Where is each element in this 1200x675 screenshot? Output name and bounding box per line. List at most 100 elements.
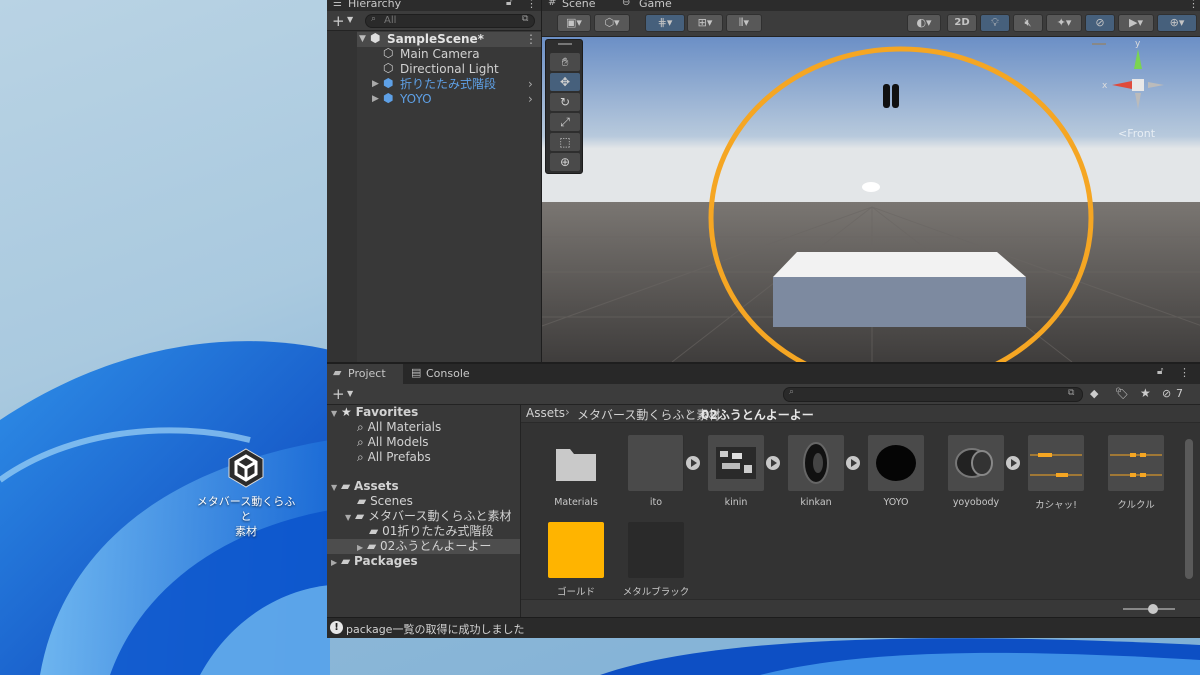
favorite-star-icon[interactable]: ★ bbox=[1140, 386, 1151, 400]
favorite-item-all-materials[interactable]: ⌕ All Materials bbox=[357, 420, 441, 435]
rect-tool-button[interactable]: ⬚ bbox=[550, 133, 580, 151]
camera-mode-button[interactable]: ◐▾ bbox=[907, 14, 941, 32]
tab-hierarchy[interactable]: Hierarchy bbox=[348, 0, 401, 10]
lock-icon[interactable]: 🔓︎ bbox=[1157, 366, 1163, 377]
expand-chevron-icon[interactable]: ▶ bbox=[372, 77, 379, 92]
move-tool-button[interactable]: ✥ bbox=[550, 73, 580, 91]
lock-icon[interactable]: 🔓︎ bbox=[506, 0, 512, 8]
panel-menu-icon[interactable]: ⋮ bbox=[526, 0, 537, 10]
hand-tool-button[interactable]: ✋︎ bbox=[550, 53, 580, 71]
hierarchy-item-stairs[interactable]: ▶ ⬢ 折りたたみ式階段 › bbox=[327, 76, 541, 92]
tab-console[interactable]: Console bbox=[426, 368, 470, 380]
lighting-toggle[interactable]: 💡︎ bbox=[980, 14, 1010, 32]
scale-tool-button[interactable]: ⤢ bbox=[550, 113, 580, 131]
draw-mode-button[interactable]: ▣▾ bbox=[557, 14, 591, 32]
tab-project[interactable]: Project bbox=[348, 368, 386, 380]
tab-game[interactable]: Game bbox=[639, 0, 672, 10]
status-message[interactable]: package一覧の取得に成功しました bbox=[346, 621, 524, 637]
project-toolbar: + ▼ ⌕ ⧉ ◆ 🏷︎ ★ ⊘ 7 bbox=[327, 384, 1200, 405]
asset-yoyobody[interactable]: yoyobody bbox=[936, 435, 1020, 515]
asset-ito[interactable]: ito bbox=[616, 435, 700, 515]
zoom-slider-thumb[interactable] bbox=[1148, 604, 1158, 614]
asset-materials-folder[interactable]: Materials bbox=[536, 435, 616, 515]
favorite-item-all-prefabs[interactable]: ⌕ All Prefabs bbox=[357, 450, 431, 465]
hierarchy-search-input[interactable]: ⌕ All ⧉ bbox=[365, 14, 535, 28]
add-icon[interactable]: + bbox=[332, 12, 345, 30]
asset-audio-kurukuru[interactable]: クルクル bbox=[1096, 435, 1176, 515]
asset-name: クルクル bbox=[1117, 500, 1155, 511]
assets-root-row[interactable]: ▼ ▰ Assets bbox=[331, 479, 399, 494]
breadcrumb-folder[interactable]: メタバース動くらふと素材 bbox=[577, 406, 720, 423]
render-options-button[interactable]: ⬡▾ bbox=[594, 14, 630, 32]
project-search-input[interactable]: ⌕ ⧉ bbox=[783, 387, 1083, 402]
scene-viewport[interactable]: ✋︎ ✥ ↻ ⤢ ⬚ ⊕ y x <Front bbox=[542, 37, 1200, 362]
asset-name: メタルブラック bbox=[622, 587, 690, 598]
search-filter-icon[interactable]: ⧉ bbox=[522, 14, 528, 24]
filter-by-label-icon[interactable]: 🏷︎ bbox=[1115, 387, 1129, 400]
expand-chevron-icon[interactable]: ▼ bbox=[331, 483, 337, 492]
effects-toggle[interactable]: ✦▾ bbox=[1046, 14, 1082, 32]
panel-menu-icon[interactable]: ⋮ bbox=[1179, 366, 1190, 379]
add-dropdown-chevron-icon[interactable]: ▼ bbox=[347, 389, 353, 398]
favorite-item-all-models[interactable]: ⌕ All Models bbox=[357, 435, 429, 450]
gizmos-button[interactable]: ⊕▾ bbox=[1157, 14, 1197, 32]
expand-chevron-icon[interactable]: ▼ bbox=[345, 513, 351, 522]
visibility-toggle[interactable]: ⊘ bbox=[1085, 14, 1115, 32]
favorites-row[interactable]: ▼ ★ Favorites bbox=[331, 405, 418, 420]
model-thumbnail bbox=[628, 435, 684, 491]
rect-icon: ⬚ bbox=[559, 135, 571, 149]
add-dropdown-chevron-icon[interactable]: ▼ bbox=[347, 15, 353, 24]
asset-kinkan[interactable]: kinkan bbox=[776, 435, 860, 515]
expand-chevron-icon[interactable]: ▶ bbox=[372, 92, 379, 107]
increment-snap-button[interactable]: ⊞▾ bbox=[687, 14, 723, 32]
chevron-right-icon[interactable]: › bbox=[528, 77, 533, 92]
asset-material-gold[interactable]: ゴールド bbox=[536, 522, 616, 602]
packages-label: Packages bbox=[354, 554, 418, 568]
chevron-right-icon[interactable]: › bbox=[528, 92, 533, 107]
audio-toggle[interactable]: 🔇︎ bbox=[1013, 14, 1043, 32]
asset-kinin[interactable]: kinin bbox=[696, 435, 780, 515]
expand-chevron-icon[interactable]: ▶ bbox=[357, 543, 363, 552]
panel-menu-icon[interactable]: ⋮ bbox=[1188, 0, 1199, 10]
grid-snap-icon: ⋕▾ bbox=[657, 16, 673, 29]
mute-icon: 🔇︎ bbox=[1024, 16, 1032, 29]
hierarchy-item-yoyo[interactable]: ▶ ⬢ YOYO › bbox=[327, 91, 541, 107]
asset-audio-kasha[interactable]: カシャッ! bbox=[1016, 435, 1096, 515]
gizmo-grip[interactable] bbox=[1092, 43, 1106, 45]
folder-scenes[interactable]: ▰ Scenes bbox=[357, 494, 413, 509]
folder-stairs[interactable]: ▰ 01折りたたみ式階段 bbox=[369, 524, 493, 539]
breadcrumb-assets[interactable]: Assets bbox=[526, 406, 565, 420]
search-filter-icon[interactable]: ⧉ bbox=[1068, 388, 1074, 398]
rotate-tool-button[interactable]: ↻ bbox=[550, 93, 580, 111]
hierarchy-tree: ▼ ⬢ SampleScene* ⋮ ⬡ Main Camera ⬡ Direc… bbox=[327, 31, 541, 362]
add-icon[interactable]: + bbox=[332, 385, 345, 403]
folder-yoyo-selected[interactable]: ▶ ▰ 02ふうとんよーよー bbox=[327, 539, 520, 554]
hidden-packages-eye-icon[interactable]: ⊘ bbox=[1162, 387, 1171, 400]
breadcrumb-separator-icon: › bbox=[688, 405, 693, 419]
transform-tool-button[interactable]: ⊕ bbox=[550, 153, 580, 171]
filter-by-type-icon[interactable]: ◆ bbox=[1090, 387, 1098, 400]
folder-metaverse[interactable]: ▼ ▰ メタバース動くらふと素材 bbox=[345, 509, 511, 524]
tab-scene[interactable]: Scene bbox=[562, 0, 596, 10]
snap-grid-button[interactable]: ⋕▾ bbox=[645, 14, 685, 32]
hierarchy-tabbar: ☰ Hierarchy 🔓︎ ⋮ bbox=[327, 0, 541, 11]
scene-row[interactable]: ▼ ⬢ SampleScene* ⋮ bbox=[327, 31, 541, 47]
asset-material-metal-black[interactable]: メタルブラック bbox=[616, 522, 696, 602]
scene-grid-icon: # bbox=[548, 0, 557, 8]
expand-chevron-icon[interactable]: ▶ bbox=[331, 558, 337, 567]
prefab-cube-icon: ⬢ bbox=[383, 76, 394, 90]
scene-menu-icon[interactable]: ⋮ bbox=[525, 32, 537, 47]
hierarchy-item-label: 折りたたみ式階段 bbox=[400, 77, 497, 91]
desktop-unity-project-icon[interactable]: メタバース動くらふと 素材 bbox=[196, 446, 296, 539]
scene-camera-button[interactable]: ▶▾ bbox=[1118, 14, 1154, 32]
align-button[interactable]: ⫴▾ bbox=[726, 14, 762, 32]
orientation-gizmo[interactable]: y x <Front bbox=[1102, 39, 1184, 145]
mode-2d-toggle[interactable]: 2D bbox=[947, 14, 977, 32]
asset-yoyo-prefab[interactable]: YOYO bbox=[856, 435, 936, 515]
breadcrumb-current[interactable]: 02ふうとんよーよー bbox=[701, 406, 814, 423]
expand-chevron-icon[interactable]: ▼ bbox=[359, 32, 366, 47]
expand-chevron-icon[interactable]: ▼ bbox=[331, 409, 337, 418]
palette-grip[interactable] bbox=[558, 43, 572, 45]
vertical-scrollbar[interactable] bbox=[1185, 439, 1193, 579]
packages-row[interactable]: ▶ ▰ Packages bbox=[331, 554, 418, 569]
